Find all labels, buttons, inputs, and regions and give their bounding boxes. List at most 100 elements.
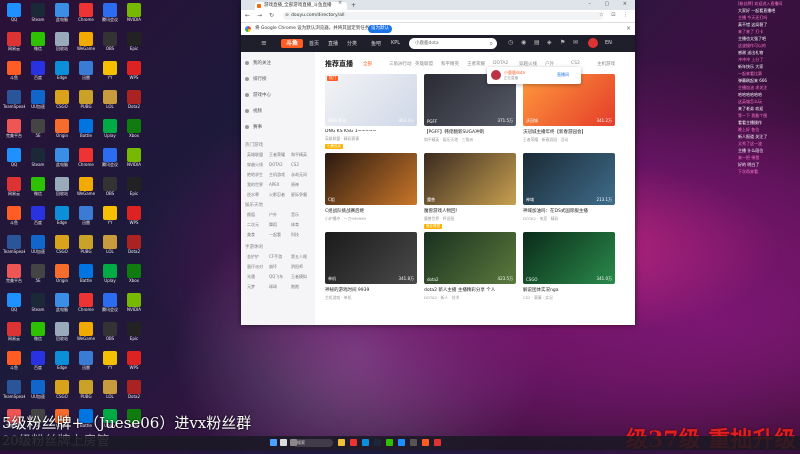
wechat-icon[interactable] — [386, 439, 393, 446]
sidebar-subitem[interactable]: 二次元 — [247, 222, 259, 228]
browser-tab[interactable]: 游戏直播_全部游戏直播_斗鱼直播 — [255, 2, 347, 10]
sidebar-subitem[interactable]: 星际争霸 — [291, 192, 307, 198]
forward-icon[interactable]: → — [257, 12, 262, 19]
obs-icon[interactable] — [410, 439, 417, 446]
desktop-icon[interactable]: NVIDIA — [123, 3, 145, 29]
stream-card[interactable]: dota2 423.5万 dota2 新人主播 主播精彩分享 个人 DOTA2 · 新… — [424, 232, 516, 306]
sidebar-subitem[interactable]: 音乐 — [291, 212, 299, 218]
desktop-icon[interactable]: 腾讯会议 — [99, 148, 121, 174]
desktop-icon[interactable]: 微信 — [27, 32, 49, 58]
desktop-icon[interactable]: 腾讯会议 — [99, 293, 121, 319]
desktop-icon[interactable]: 5E — [27, 119, 49, 145]
task-icon[interactable]: ⚑ — [560, 39, 565, 46]
sidebar-item-games[interactable]: 游戏中心 — [245, 92, 271, 98]
sidebar-item-ranking[interactable]: 排行榜 — [245, 76, 267, 82]
desktop-icon[interactable]: 微信 — [27, 177, 49, 203]
sidebar-subitem[interactable]: 我的世界 — [247, 182, 263, 188]
stream-card[interactable]: C组 C组战队挑战赛后继 小炉爆冲 · 一刀999999 — [325, 153, 417, 227]
search-input[interactable]: 小鹿鹿dota ⌕ — [409, 38, 497, 49]
infobar-close-icon[interactable]: × — [626, 25, 631, 32]
sidebar-subitem[interactable]: 美食 — [247, 232, 255, 238]
desktop-icon[interactable]: CSGO — [51, 90, 73, 116]
sidebar-subitem[interactable]: 蛋仔派对 — [247, 264, 263, 270]
desktop-icon[interactable]: Steam — [27, 148, 49, 174]
edge-icon[interactable] — [362, 439, 369, 446]
desktop-icon[interactable]: Edge — [51, 61, 73, 87]
desktop-icon[interactable]: LOL — [99, 380, 121, 406]
desktop-icon[interactable]: 完美平台 — [3, 119, 25, 145]
back-icon[interactable]: ← — [245, 12, 250, 19]
desktop-icon[interactable]: 迅雷 — [75, 206, 97, 232]
desktop-icon[interactable]: Chrome — [75, 293, 97, 319]
task-view-icon[interactable] — [290, 439, 297, 446]
history-icon[interactable]: ◷ — [508, 39, 513, 46]
sidebar-subitem[interactable]: 元梦 — [247, 284, 255, 290]
desktop-icon[interactable]: WeGame — [75, 322, 97, 348]
sidebar-item-video[interactable]: 视频 — [245, 108, 262, 114]
stream-thumbnail[interactable]: 单机 341.8万 — [325, 232, 417, 284]
stream-thumbnail[interactable]: dota2 423.5万 — [424, 232, 516, 284]
filter-tab[interactable]: DOTA2 — [493, 61, 508, 66]
stream-card[interactable]: PGFF 371.5万 【PGFF】韩佬翻新SUGA冲刺 和平精英 · 娱乐天地 · … — [424, 74, 516, 148]
avatar[interactable] — [588, 38, 598, 48]
desktop-icon[interactable]: NVIDIA — [123, 148, 145, 174]
sidebar-subitem[interactable]: CF手游 — [269, 254, 282, 260]
desktop-icon[interactable]: 回收站 — [51, 32, 73, 58]
desktop-icon[interactable]: 百度 — [27, 351, 49, 377]
desktop-icon[interactable]: 回收站 — [51, 177, 73, 203]
desktop-icon[interactable]: Xbox — [123, 119, 145, 145]
stream-card[interactable]: 魔兽 魔兽游戏人物回！ 魔兽世界 · 怀旧服 鬼扯联盟 — [424, 153, 516, 229]
search-suggestion-popup[interactable]: 小鹿鹿dota 正在直播 直播间 — [487, 67, 581, 84]
sidebar-subitem[interactable]: 球球 — [269, 284, 277, 290]
chrome-icon[interactable] — [350, 439, 357, 446]
sidebar-subitem[interactable]: 王者荣耀 — [269, 152, 285, 158]
sidebar-subitem[interactable]: 金铲铲 — [247, 254, 259, 260]
desktop-icon[interactable]: OBS — [99, 177, 121, 203]
desktop-icon[interactable]: Edge — [51, 206, 73, 232]
desktop-icon[interactable]: LOL — [99, 90, 121, 116]
sidebar-subitem[interactable]: QQ飞车 — [269, 274, 283, 280]
sidebar-subitem[interactable]: 英雄联盟 — [247, 152, 263, 158]
stream-card[interactable]: 神域 213.1万 神域加油吗：在DS式国际服主播 DOTA2 · 电竞 · 精彩 — [523, 153, 615, 227]
qq-icon[interactable] — [398, 439, 405, 446]
desktop-icon[interactable]: Dota2 — [123, 380, 145, 406]
follow-icon[interactable]: ◉ — [521, 39, 526, 46]
desktop-icon[interactable]: 迅雷 — [75, 351, 97, 377]
desktop-icon[interactable]: UU加速 — [27, 90, 49, 116]
desktop-icon[interactable]: 微信 — [27, 322, 49, 348]
sidebar-subitem[interactable]: DOTA2 — [269, 162, 283, 167]
desktop-icon[interactable]: Steam — [27, 3, 49, 29]
sidebar-item-following[interactable]: 我的关注 — [245, 60, 271, 66]
desktop-icon[interactable]: Epic — [123, 32, 145, 58]
desktop-icon[interactable]: OBS — [99, 322, 121, 348]
desktop-icon[interactable]: Xbox — [123, 264, 145, 290]
download-icon[interactable]: ▤ — [534, 39, 540, 46]
desktop-icon[interactable]: Battle — [75, 119, 97, 145]
set-default-button[interactable]: 设为默认 — [368, 25, 392, 33]
sidebar-subitem[interactable]: 主机游戏 — [269, 172, 285, 178]
stream-thumbnail[interactable]: C组 — [325, 153, 417, 205]
desktop-icon[interactable]: Battle — [75, 264, 97, 290]
desktop-icon[interactable]: UU加速 — [27, 380, 49, 406]
sidebar-subitem[interactable]: 永劫无间 — [291, 172, 307, 178]
sidebar-subitem[interactable]: 王者模拟 — [291, 274, 307, 280]
stream-card[interactable]: 热门 DNG·职业 363.4万 DNG KS KSG 1~~~~~ 英雄联盟 · 精彩… — [325, 74, 417, 149]
desktop-icon[interactable]: PUBG — [75, 380, 97, 406]
desktop-icon[interactable]: CSGO — [51, 380, 73, 406]
desktop-icon[interactable]: YY — [99, 206, 121, 232]
desktop-icon[interactable]: 网易云 — [3, 322, 25, 348]
sidebar-subitem[interactable]: 阴阳师 — [291, 264, 303, 270]
stream-thumbnail[interactable]: CSGO 341.0万 — [523, 232, 615, 284]
sidebar-subitem[interactable]: CS2 — [291, 162, 299, 167]
desktop-icon[interactable]: Origin — [51, 264, 73, 290]
window-controls[interactable]: – ▢ × — [588, 1, 633, 7]
explorer-icon[interactable] — [338, 439, 345, 446]
filter-tab[interactable]: 主机游戏 — [597, 61, 615, 67]
desktop-icon[interactable]: UU加速 — [27, 235, 49, 261]
desktop-icon[interactable]: 此电脑 — [51, 293, 73, 319]
language-toggle[interactable]: EN — [605, 40, 612, 46]
desktop-icon[interactable]: WeGame — [75, 32, 97, 58]
filter-tab[interactable]: CS2 — [571, 61, 580, 66]
desktop-icon[interactable]: 百度 — [27, 61, 49, 87]
nav-category[interactable]: 分类 — [347, 40, 357, 47]
